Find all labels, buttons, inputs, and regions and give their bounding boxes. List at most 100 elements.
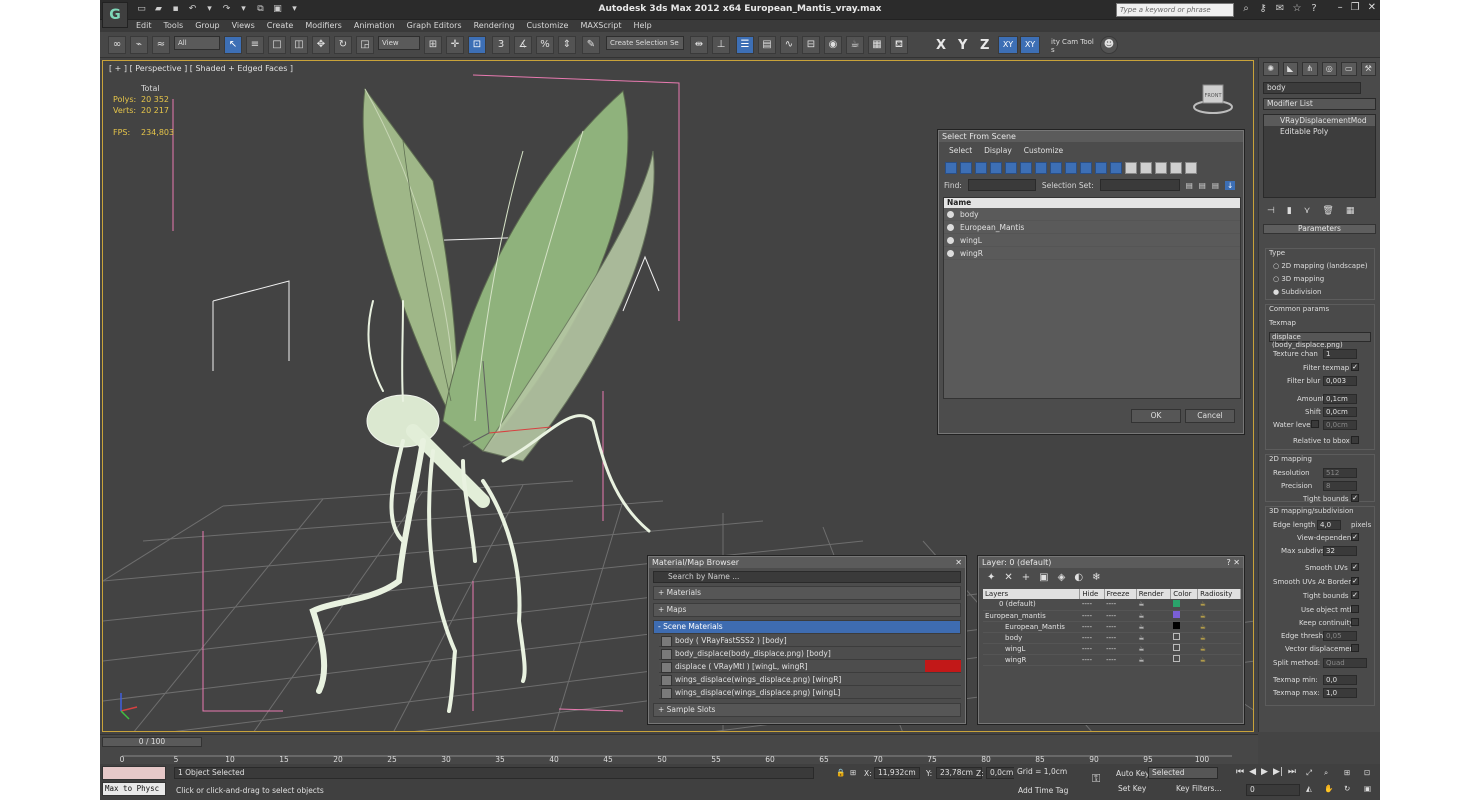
remove-modifier-icon[interactable]: 🗑 — [1322, 206, 1333, 216]
menu-animation[interactable]: Animation — [354, 20, 395, 32]
layer-freeze[interactable]: ---- — [1104, 610, 1137, 622]
layer-name[interactable]: European_Mantis — [983, 621, 1080, 633]
table-row[interactable]: European_mantis ---- ---- ☕ ☕ — [983, 610, 1241, 622]
layer-color-swatch[interactable] — [1172, 644, 1180, 651]
layer-hide[interactable]: ---- — [1079, 643, 1105, 655]
display-groups-icon[interactable] — [1035, 162, 1047, 174]
zoom-all-icon[interactable]: ⊞ — [1344, 768, 1350, 777]
col-layers[interactable]: Layers — [983, 589, 1081, 599]
radiosity-icon[interactable]: ☕ — [1197, 632, 1241, 644]
table-row[interactable]: wingL ---- ---- ☕ ☕ — [983, 643, 1241, 655]
bind-space-warp-icon[interactable]: ≈ — [152, 36, 170, 54]
select-by-name-icon[interactable]: ≡ — [246, 36, 264, 54]
lock-selection-icon[interactable]: 🔒 — [836, 768, 845, 777]
zoom-icon[interactable]: ⌕ — [1324, 768, 1328, 778]
snaps-toggle-icon[interactable]: 3 — [492, 36, 510, 54]
display-frozen-icon[interactable] — [1095, 162, 1107, 174]
menu-modifiers[interactable]: Modifiers — [305, 20, 342, 32]
layer-manager-icon[interactable]: ☰ — [736, 36, 754, 54]
menu-group[interactable]: Group — [195, 20, 219, 32]
layer-color-swatch[interactable] — [1172, 655, 1180, 662]
add-to-layer-icon[interactable]: + — [1022, 572, 1030, 583]
rectangular-selection-icon[interactable]: □ — [268, 36, 286, 54]
layer-hide[interactable]: ---- — [1079, 632, 1105, 644]
menu-create[interactable]: Create — [267, 20, 294, 32]
delete-layer-icon[interactable]: ✕ — [1004, 572, 1012, 583]
close-icon[interactable]: ✕ — [955, 557, 962, 568]
layer-name[interactable]: wingR — [983, 654, 1080, 666]
layer-hide[interactable]: ---- — [1079, 610, 1105, 622]
col-freeze[interactable]: Freeze — [1104, 589, 1137, 599]
axis-z-button[interactable]: Z — [980, 38, 989, 53]
texture-chan-spinner[interactable]: 1 — [1323, 349, 1357, 359]
window-crossing-icon[interactable]: ◫ — [290, 36, 308, 54]
hide-all-icon[interactable]: ◐ — [1074, 572, 1083, 583]
radiosity-icon[interactable]: ☕ — [1197, 654, 1241, 666]
menu-rendering[interactable]: Rendering — [474, 20, 515, 32]
display-shapes-icon[interactable] — [960, 162, 972, 174]
vector-disp-checkbox[interactable] — [1351, 644, 1359, 652]
display-spacewarps-icon[interactable] — [1020, 162, 1032, 174]
highlight-layer-icon[interactable]: ◈ — [1058, 572, 1066, 583]
material-item[interactable]: body ( VRayFastSSS2 ) [body] — [659, 634, 961, 647]
layer-freeze[interactable]: ---- — [1104, 599, 1137, 611]
resolution-spinner[interactable]: 512 — [1323, 468, 1357, 478]
graphite-ribbon-icon[interactable]: ▤ — [758, 36, 776, 54]
layer-name[interactable]: European_mantis — [983, 610, 1080, 622]
material-editor-icon[interactable]: ◉ — [824, 36, 842, 54]
display-xrefs-icon[interactable] — [1050, 162, 1062, 174]
select-object-icon[interactable]: ↖ — [224, 36, 242, 54]
configure-sets-icon[interactable]: ▦ — [1346, 206, 1355, 216]
table-row[interactable]: European_Mantis ---- ---- ☕ ☕ — [983, 621, 1241, 633]
help-search-input[interactable]: Type a keyword or phrase — [1116, 3, 1234, 17]
align-icon[interactable]: ⊥ — [712, 36, 730, 54]
display-tab-icon[interactable]: ▭ — [1341, 62, 1357, 76]
spinner-snap-icon[interactable]: ⇕ — [558, 36, 576, 54]
amount-spinner[interactable]: 0,1cm — [1323, 394, 1357, 404]
column-name-header[interactable]: Name — [944, 198, 1240, 208]
layer-freeze[interactable]: ---- — [1104, 643, 1137, 655]
layer-freeze[interactable]: ---- — [1104, 621, 1137, 633]
render-teapot-icon[interactable]: ☕ — [1136, 621, 1171, 633]
radiosity-icon[interactable]: ☕ — [1197, 599, 1241, 611]
axis-y-button[interactable]: Y — [958, 38, 967, 53]
viewport-label[interactable]: [ + ] [ Perspective ] [ Shaded + Edged F… — [109, 64, 293, 73]
col-radiosity[interactable]: Radiosity — [1197, 589, 1241, 599]
edge-length-spinner[interactable]: 4,0 — [1317, 520, 1341, 530]
sample-slots-section[interactable]: + Sample Slots — [653, 703, 961, 717]
show-end-result-icon[interactable]: ▮ — [1287, 206, 1292, 216]
relative-bbox-checkbox[interactable] — [1351, 436, 1359, 444]
display-lights-icon[interactable] — [975, 162, 987, 174]
table-row[interactable]: wingR ---- ---- ☕ ☕ — [983, 654, 1241, 666]
find-input[interactable] — [967, 179, 1036, 191]
material-item[interactable]: wings_displace(wings_displace.png) [wing… — [659, 673, 961, 686]
help-icon[interactable]: ? — [1308, 3, 1320, 14]
sfs-menu-display[interactable]: Display — [984, 146, 1012, 155]
restore-icon[interactable]: ❐ — [1351, 2, 1360, 13]
unlink-icon[interactable]: ⌁ — [130, 36, 148, 54]
table-row[interactable]: body ---- ---- ☕ ☕ — [983, 632, 1241, 644]
use-object-mtl-checkbox[interactable] — [1351, 605, 1359, 613]
render-teapot-icon[interactable]: ☕ — [1136, 599, 1171, 611]
layer-name[interactable]: 0 (default) — [983, 599, 1080, 611]
materials-section[interactable]: + Materials — [653, 586, 961, 600]
auto-key-button[interactable]: Auto Key — [1116, 769, 1149, 778]
render-teapot-icon[interactable]: ☕ — [1136, 654, 1171, 666]
layer-color-swatch[interactable] — [1172, 633, 1180, 640]
close-icon[interactable]: ✕ — [1368, 2, 1376, 13]
modify-tab-icon[interactable]: ◣ — [1282, 62, 1298, 76]
sfs-option-icon-2[interactable]: ▤ — [1199, 181, 1206, 190]
ok-button[interactable]: OK — [1131, 409, 1181, 423]
next-frame-icon[interactable]: ▶| — [1273, 767, 1283, 777]
display-geometry-icon[interactable] — [945, 162, 957, 174]
pan-icon[interactable]: ✋ — [1324, 784, 1333, 793]
menu-tools[interactable]: Tools — [164, 20, 184, 32]
layer-hide[interactable]: ---- — [1079, 599, 1105, 611]
named-selection-set-dropdown[interactable]: Create Selection Se — [606, 36, 684, 50]
maxscript-input[interactable]: Max to Physc — [102, 782, 166, 796]
key-mode-icon[interactable]: ⚿ — [1092, 772, 1100, 786]
select-rotate-icon[interactable]: ↻ — [334, 36, 352, 54]
col-hide[interactable]: Hide — [1079, 589, 1105, 599]
mirror-icon[interactable]: ⇹ — [690, 36, 708, 54]
viewport-maximize-toggle-icon[interactable]: ▣ — [1364, 784, 1371, 793]
